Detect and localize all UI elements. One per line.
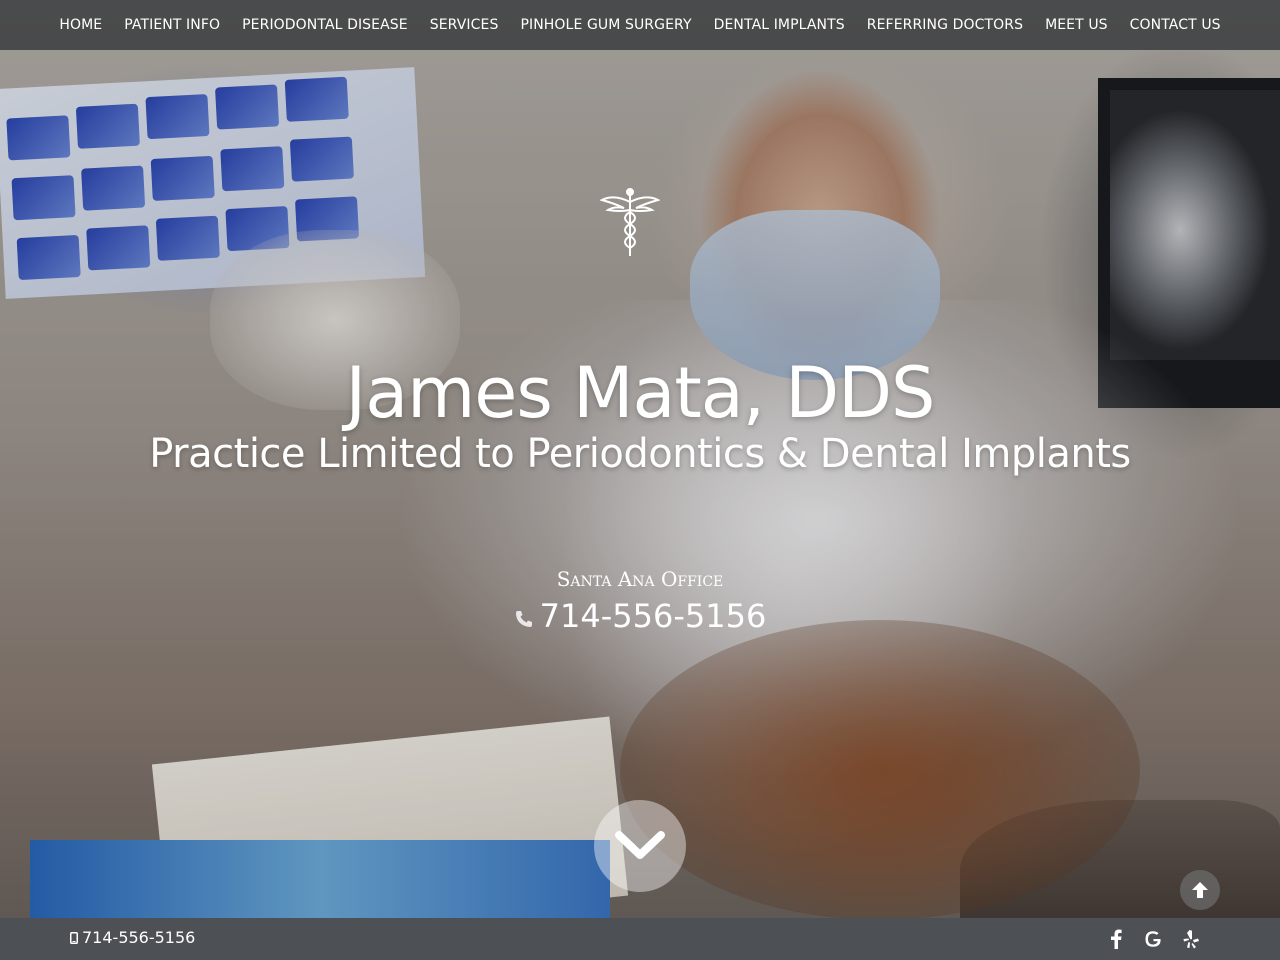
footer-bar: 714-556-5156 [0, 918, 1280, 960]
office-phone-number: 714-556-5156 [539, 597, 767, 635]
google-icon[interactable] [1142, 928, 1164, 950]
yelp-icon[interactable] [1180, 928, 1202, 950]
chevron-down-icon [615, 831, 665, 859]
arrow-up-icon [1192, 882, 1208, 898]
back-to-top-button[interactable] [1180, 870, 1220, 910]
mobile-phone-icon [70, 932, 78, 944]
hero-subtitle: Practice Limited to Periodontics & Denta… [149, 431, 1131, 477]
office-phone-link[interactable]: 714-556-5156 [0, 594, 1280, 638]
hero-content: James Mata, DDS Practice Limited to Peri… [0, 0, 1280, 918]
hero-title: James Mata, DDS [345, 351, 936, 434]
caduceus-icon [600, 188, 660, 256]
office-label: Santa Ana Office [556, 567, 724, 591]
facebook-icon[interactable] [1105, 928, 1127, 950]
scroll-down-button[interactable] [594, 800, 686, 892]
footer-phone-number: 714-556-5156 [82, 928, 196, 947]
footer-phone-link[interactable]: 714-556-5156 [70, 928, 195, 948]
phone-icon [515, 611, 532, 627]
